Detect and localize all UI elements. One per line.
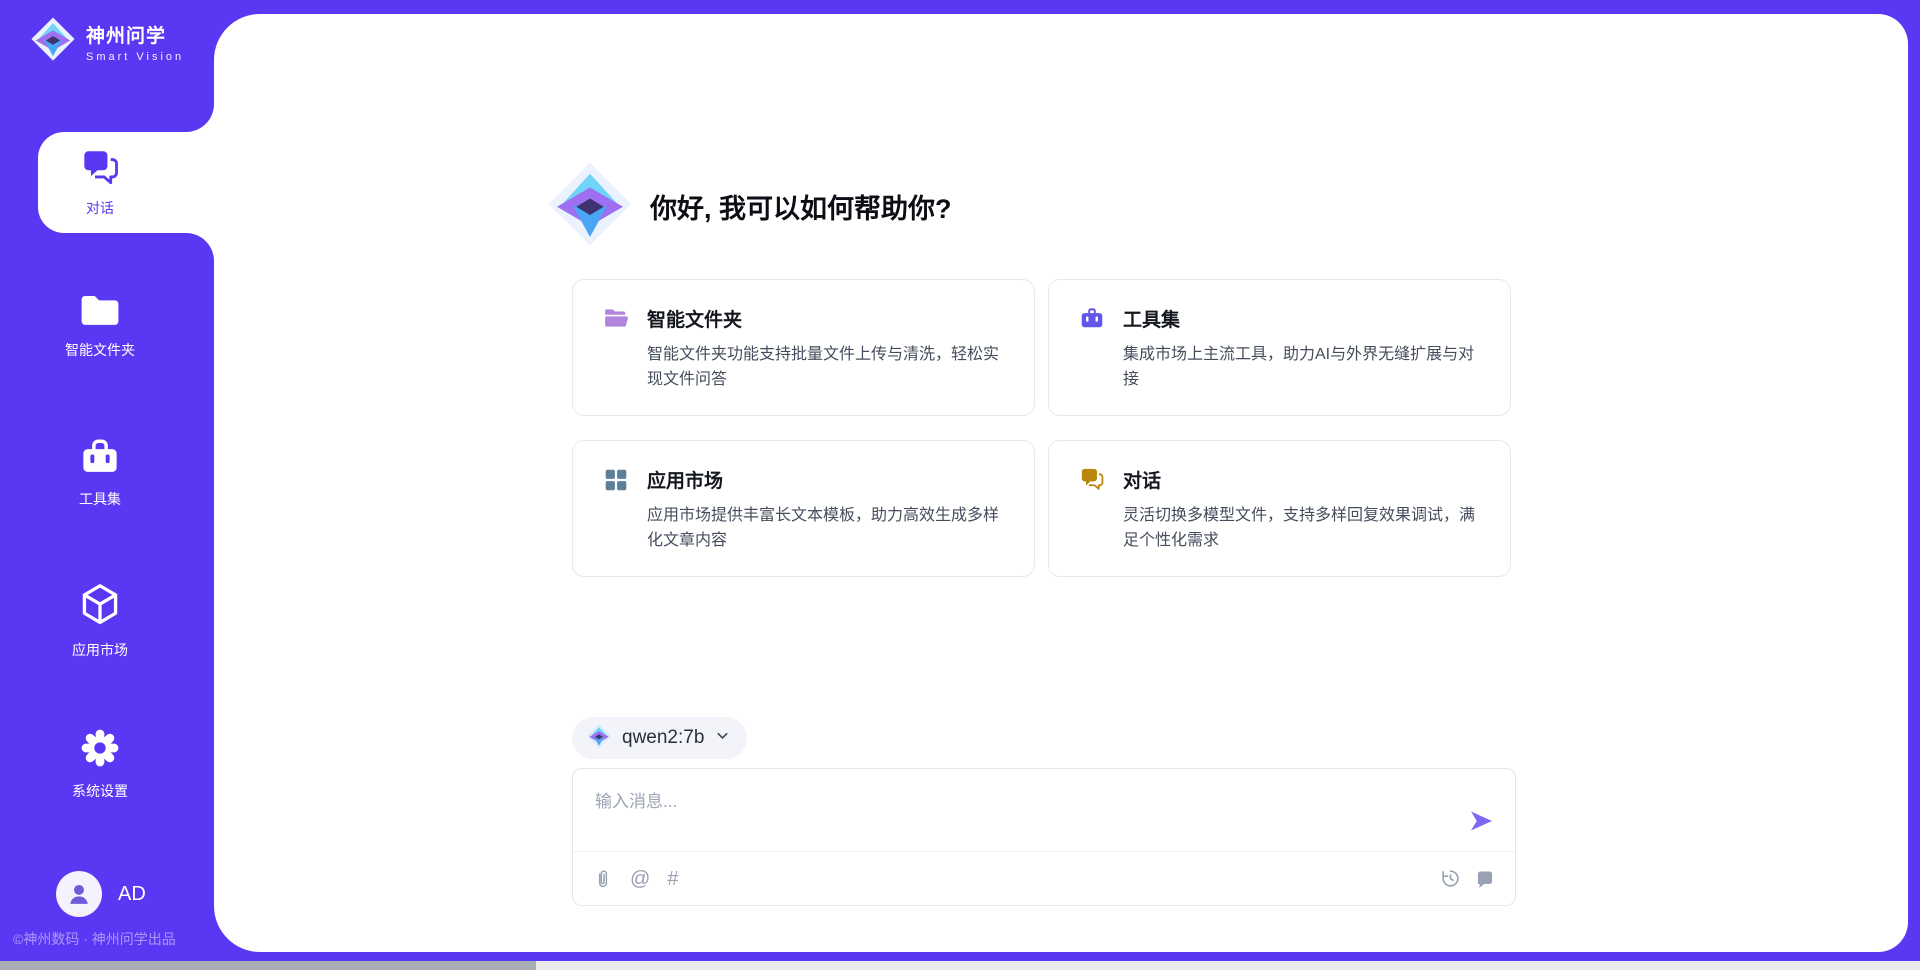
diamond-logo-icon — [546, 160, 634, 253]
user-initials: AD — [118, 883, 146, 906]
grid-icon — [603, 467, 629, 553]
sidebar-item-label: 系统设置 — [72, 781, 128, 801]
card-description: 智能文件夹功能支持批量文件上传与清洗，轻松实现文件问答 — [647, 342, 1009, 392]
send-icon — [1467, 807, 1495, 835]
composer-toolbar: @ # — [573, 852, 1515, 905]
model-name: qwen2:7b — [622, 727, 704, 749]
chevron-down-icon — [714, 727, 731, 749]
card-description: 集成市场上主流工具，助力AI与外界无缝扩展与对接 — [1123, 342, 1485, 392]
card-title: 应用市场 — [647, 466, 1009, 493]
mention-icon[interactable]: @ — [630, 869, 650, 889]
main-panel: 你好, 我可以如何帮助你? 智能文件夹 智能文件夹功能支持批量文件上传与清洗，轻… — [214, 14, 1908, 952]
sidebar-item-settings[interactable]: 系统设置 — [0, 727, 200, 801]
card-description: 应用市场提供丰富长文本模板，助力高效生成多样化文章内容 — [647, 503, 1009, 553]
briefcase-icon — [1079, 306, 1105, 392]
history-icon[interactable] — [1440, 868, 1461, 889]
card-title: 智能文件夹 — [647, 305, 1009, 332]
model-selector[interactable]: qwen2:7b — [572, 717, 747, 759]
copyright-text: ©神州数码 · 神州问学出品 — [13, 929, 176, 949]
chat-bubbles-icon — [80, 148, 120, 189]
send-button[interactable] — [1467, 807, 1495, 835]
sidebar: 神州问学 Smart Vision 对话 智能文件夹 — [0, 0, 214, 970]
card-toolset[interactable]: 工具集 集成市场上主流工具，助力AI与外界无缝扩展与对接 — [1048, 279, 1511, 416]
message-input[interactable] — [573, 769, 1433, 849]
sidebar-item-smart-folder[interactable]: 智能文件夹 — [0, 292, 200, 360]
sidebar-item-label: 应用市场 — [72, 640, 128, 660]
hashtag-icon[interactable]: # — [667, 869, 678, 889]
card-title: 对话 — [1123, 466, 1485, 493]
quick-phrase-icon[interactable] — [1475, 869, 1495, 889]
toolbox-icon — [79, 437, 121, 477]
chat-bubbles-icon — [1079, 467, 1105, 553]
scrollbar-thumb[interactable] — [0, 961, 536, 970]
user-account[interactable]: AD — [56, 871, 146, 917]
brand-logo: 神州问学 Smart Vision — [30, 16, 184, 67]
card-app-market[interactable]: 应用市场 应用市场提供丰富长文本模板，助力高效生成多样化文章内容 — [572, 440, 1035, 577]
sidebar-item-label: 工具集 — [79, 489, 121, 509]
tab-curve-top — [186, 104, 214, 132]
greeting-text: 你好, 我可以如何帮助你? — [650, 187, 952, 226]
cube-icon — [78, 582, 122, 628]
greeting-block: 你好, 我可以如何帮助你? — [546, 160, 952, 253]
sidebar-item-toolset[interactable]: 工具集 — [0, 437, 200, 509]
attachment-icon[interactable] — [593, 868, 613, 890]
gear-icon — [79, 727, 121, 769]
card-smart-folder[interactable]: 智能文件夹 智能文件夹功能支持批量文件上传与清洗，轻松实现文件问答 — [572, 279, 1035, 416]
sidebar-item-chat[interactable]: 对话 — [38, 132, 214, 233]
feature-cards: 智能文件夹 智能文件夹功能支持批量文件上传与清洗，轻松实现文件问答 — [572, 279, 1511, 577]
folder-open-icon — [603, 306, 629, 392]
sidebar-item-label: 智能文件夹 — [65, 340, 135, 360]
sidebar-item-label: 对话 — [86, 198, 114, 218]
card-chat[interactable]: 对话 灵活切换多模型文件，支持多样回复效果调试，满足个性化需求 — [1048, 440, 1511, 577]
diamond-logo-icon — [586, 723, 612, 754]
card-title: 工具集 — [1123, 305, 1485, 332]
tab-curve-bottom — [186, 233, 214, 261]
folder-icon — [79, 292, 121, 328]
sidebar-item-app-market[interactable]: 应用市场 — [0, 582, 200, 660]
card-description: 灵活切换多模型文件，支持多样回复效果调试，满足个性化需求 — [1123, 503, 1485, 553]
app-tagline: Smart Vision — [86, 51, 184, 63]
avatar — [56, 871, 102, 917]
horizontal-scrollbar — [0, 961, 1920, 970]
person-icon — [65, 880, 93, 908]
app-title: 神州问学 — [86, 21, 184, 48]
diamond-logo-icon — [30, 16, 76, 67]
message-composer: @ # — [572, 768, 1516, 906]
